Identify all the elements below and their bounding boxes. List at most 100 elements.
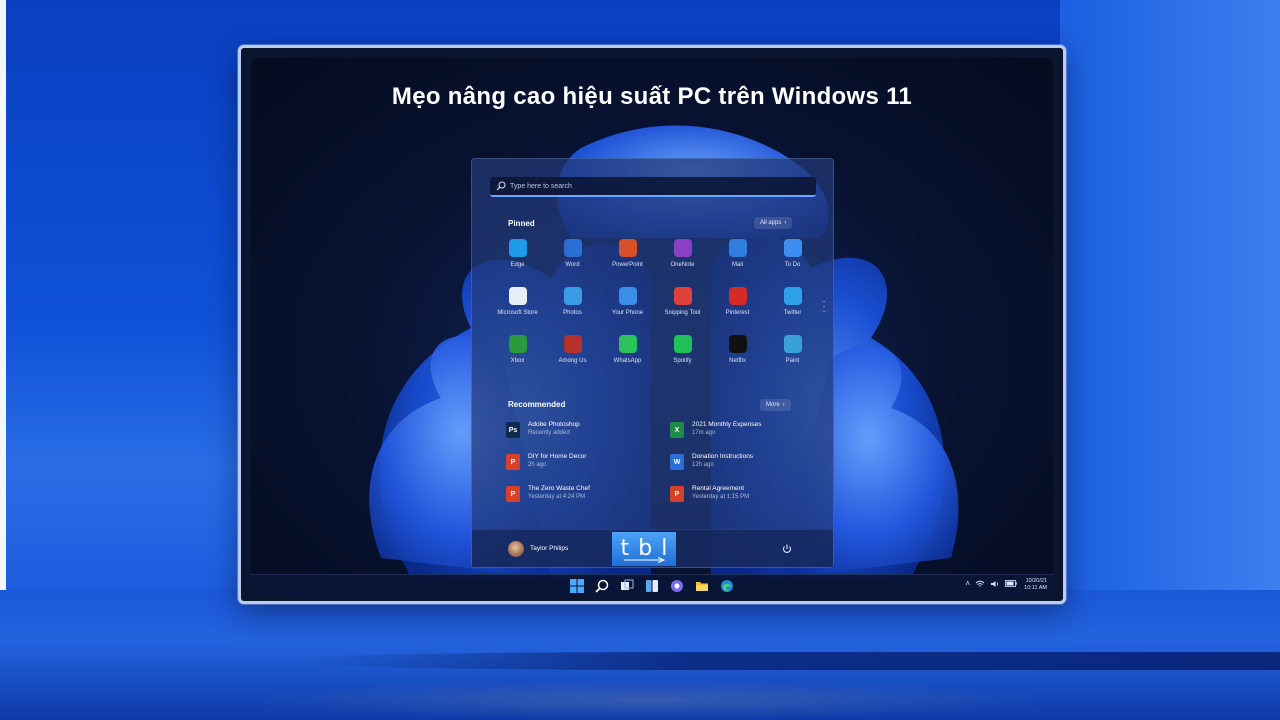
pinned-app[interactable]: Your Phone (600, 287, 655, 335)
start-search-input[interactable]: Type here to search (490, 177, 816, 197)
phone-icon (618, 287, 637, 305)
pinned-app[interactable]: Paint (765, 335, 820, 383)
pinned-app-label: Edge (510, 262, 525, 268)
tbl-logo: t b l (612, 532, 676, 566)
recommended-item-time: 2h ago (528, 462, 547, 468)
pinned-app-label: To Do (784, 262, 801, 268)
recommended-item[interactable]: P The Zero Waste Chef Yesterday at 4:24 PM (506, 485, 670, 517)
pinned-app[interactable]: Netflix (710, 335, 765, 383)
pinned-app[interactable]: To Do (765, 239, 820, 287)
pinned-app-label: Netflix (729, 358, 746, 364)
start-menu: Type here to search Pinned All apps › Ed… (471, 158, 834, 568)
pinned-app[interactable]: Mail (710, 239, 765, 287)
user-avatar[interactable] (508, 541, 524, 557)
logo-arrow-icon (624, 557, 666, 563)
wifi-icon[interactable] (975, 580, 985, 588)
all-apps-label: All apps (760, 220, 782, 226)
word-icon (563, 239, 582, 257)
search-icon (496, 181, 506, 191)
pinned-app-label: PowerPoint (612, 262, 643, 268)
pinned-app[interactable]: OneNote (655, 239, 710, 287)
recommended-item-name: Adobe Photoshop (528, 421, 580, 428)
pinned-app-label: Snipping Tool (664, 310, 701, 316)
pinned-app[interactable]: Twitter (765, 287, 820, 335)
recommended-item-text: Rental Agreement Yesterday at 1:15 PM (692, 485, 749, 500)
whatsapp-icon (618, 335, 637, 353)
recommended-item-text: DIY for Home Decor 2h ago (528, 453, 586, 468)
pinned-app[interactable]: PowerPoint (600, 239, 655, 287)
user-name[interactable]: Taylor Philips (530, 545, 568, 552)
recommended-item-name: The Zero Waste Chef (528, 485, 590, 492)
pinned-app[interactable]: Edge (490, 239, 545, 287)
recommended-item[interactable]: P Rental Agreement Yesterday at 1:15 PM (670, 485, 816, 517)
word-file-icon: W (670, 454, 684, 470)
search-icon[interactable] (594, 578, 610, 594)
monitor-frame: Mẹo nâng cao hiệu suất PC trên Windows 1… (238, 45, 1066, 604)
recommended-item[interactable]: Ps Adobe Photoshop Recently added (506, 421, 670, 453)
onenote-icon (673, 239, 692, 257)
volume-icon[interactable] (990, 580, 1000, 588)
system-tray: ˄ (965, 579, 1017, 588)
chevron-right-icon: › (782, 402, 785, 408)
pdf-file-icon: P (670, 486, 684, 502)
chevron-up-icon[interactable]: ˄ (965, 579, 970, 588)
recommended-list: Ps Adobe Photoshop Recently added X 2021 Mon… (506, 421, 816, 517)
pinned-app[interactable]: Microsoft Store (490, 287, 545, 335)
pinned-app[interactable]: WhatsApp (600, 335, 655, 383)
more-pages-dots-icon[interactable]: · · · (821, 297, 827, 317)
widgets-icon[interactable] (644, 578, 660, 594)
recommended-title: Recommended (508, 400, 566, 409)
pinned-apps-grid: Edge Word PowerPoint OneNote Mail To Do Micros… (490, 239, 820, 383)
article-headline: Mẹo nâng cao hiệu suất PC trên Windows 1… (391, 83, 913, 110)
pinned-app[interactable]: Photos (545, 287, 600, 335)
pinned-app[interactable]: Word (545, 239, 600, 287)
spotify-icon (673, 335, 692, 353)
taskbar: ˄ 10/20/21 10:11 AM (251, 574, 1053, 596)
excel-file-icon: X (670, 422, 684, 438)
pinned-app[interactable]: Spotify (655, 335, 710, 383)
recommended-item-text: Adobe Photoshop Recently added (528, 421, 580, 436)
pinned-app-label: Photos (563, 310, 582, 316)
power-icon[interactable] (781, 543, 793, 555)
pinned-app-label: Spotify (673, 358, 692, 364)
todo-icon (783, 239, 802, 257)
recommended-item-time: Yesterday at 1:15 PM (692, 494, 750, 500)
photoshop-icon: Ps (506, 422, 520, 438)
xbox-icon (508, 335, 527, 353)
pinned-app[interactable]: Among Us (545, 335, 600, 383)
recommended-item-name: Rental Agreement (692, 485, 745, 492)
taskbar-clock[interactable]: 10/20/21 10:11 AM (1024, 578, 1047, 592)
teams-chat-icon[interactable] (669, 578, 685, 594)
task-view-icon[interactable] (619, 578, 635, 594)
battery-icon[interactable] (1005, 580, 1017, 587)
all-apps-button[interactable]: All apps › (754, 217, 793, 229)
search-placeholder: Type here to search (510, 182, 572, 190)
monitor-reflection (240, 680, 1060, 720)
pinned-app-label: Paint (785, 358, 800, 364)
recommended-item[interactable]: W Donation Instructions 12h ago (670, 453, 816, 485)
pinned-app[interactable]: Xbox (490, 335, 545, 383)
edge-taskbar-icon[interactable] (719, 578, 735, 594)
pinned-app[interactable]: Snipping Tool (655, 287, 710, 335)
recommended-item-name: DIY for Home Decor (528, 453, 587, 460)
more-button[interactable]: More › (760, 399, 791, 411)
recommended-item[interactable]: X 2021 Monthly Expenses 17m ago (670, 421, 816, 453)
recommended-item[interactable]: P DIY for Home Decor 2h ago (506, 453, 670, 485)
netflix-icon (728, 335, 747, 353)
desktop-screen: Mẹo nâng cao hiệu suất PC trên Windows 1… (251, 58, 1053, 596)
recommended-item-time: Recently added (528, 430, 570, 436)
pinned-app-label: Twitter (783, 310, 802, 316)
pinned-app[interactable]: Pinterest (710, 287, 765, 335)
pinned-app-label: WhatsApp (613, 358, 642, 364)
windows-start-icon[interactable] (569, 578, 585, 594)
pinned-app-label: Pinterest (725, 310, 750, 316)
paint-icon (783, 335, 802, 353)
clock-time: 10:11 AM (1024, 585, 1047, 591)
recommended-item-time: 12h ago (692, 462, 714, 468)
pinned-app-label: OneNote (670, 262, 695, 268)
edge-icon (508, 239, 527, 257)
store-icon (508, 287, 527, 305)
file-explorer-icon[interactable] (694, 578, 710, 594)
twitter-icon (783, 287, 802, 305)
photos-icon (563, 287, 582, 305)
